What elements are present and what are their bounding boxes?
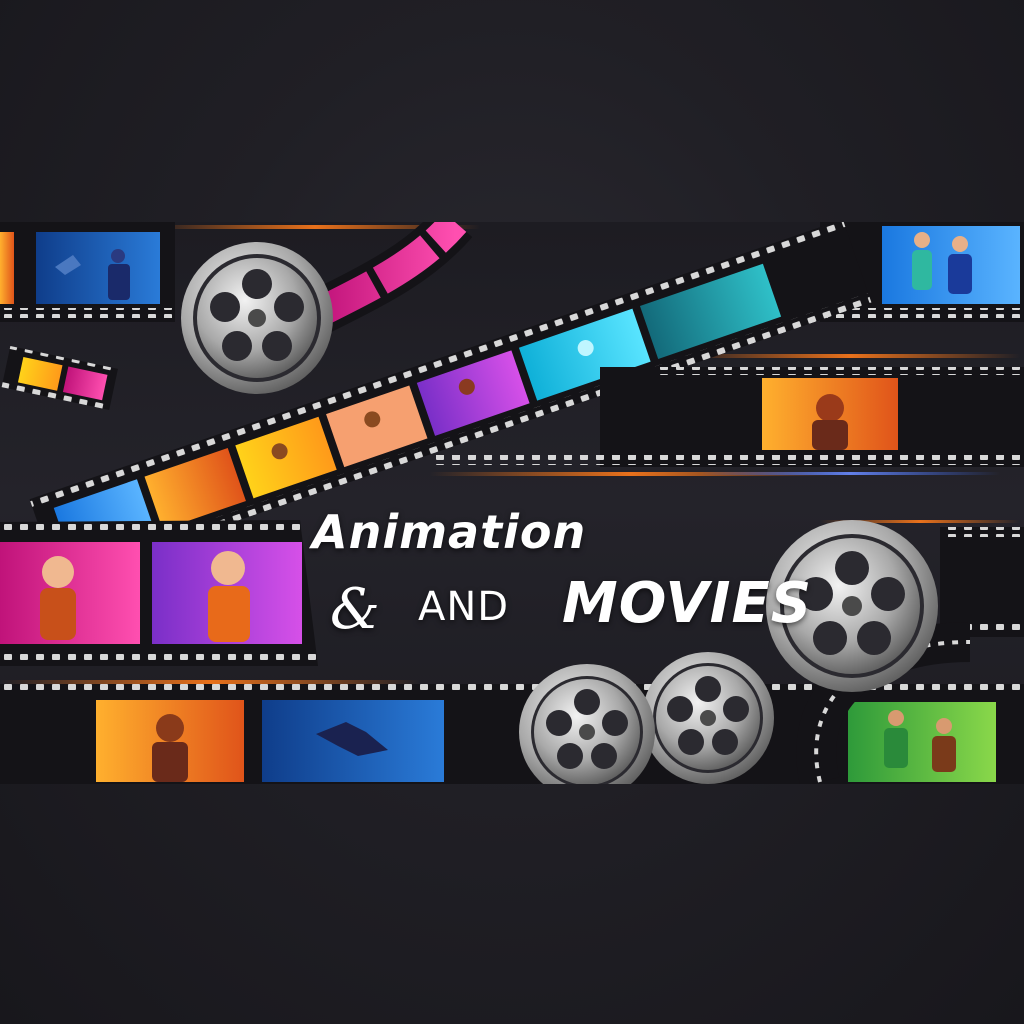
film-reel-icon (181, 242, 333, 394)
film-strip-right (940, 527, 1024, 637)
light-streak (0, 680, 420, 684)
poster-canvas: Animation & AND MOVIES (0, 0, 1024, 1024)
film-banner: Animation & AND MOVIES (0, 222, 1024, 784)
title-movies: MOVIES (562, 571, 813, 636)
light-streak (680, 354, 1020, 358)
title-ampersand: & (330, 577, 380, 642)
film-strip-top-left (0, 222, 175, 322)
curved-film-strip (309, 222, 473, 333)
film-strip-bottom (0, 684, 1024, 784)
title-animation: Animation (312, 505, 587, 559)
light-streak (700, 472, 1000, 475)
film-strip-small-left (1, 346, 118, 410)
title-and: AND (418, 584, 510, 630)
film-frame (848, 702, 996, 782)
film-strip-bottom-left (0, 520, 318, 666)
film-reel-icon (642, 652, 774, 784)
film-frame (36, 232, 160, 304)
film-collage (0, 222, 1024, 784)
film-reel-icon (519, 664, 655, 784)
